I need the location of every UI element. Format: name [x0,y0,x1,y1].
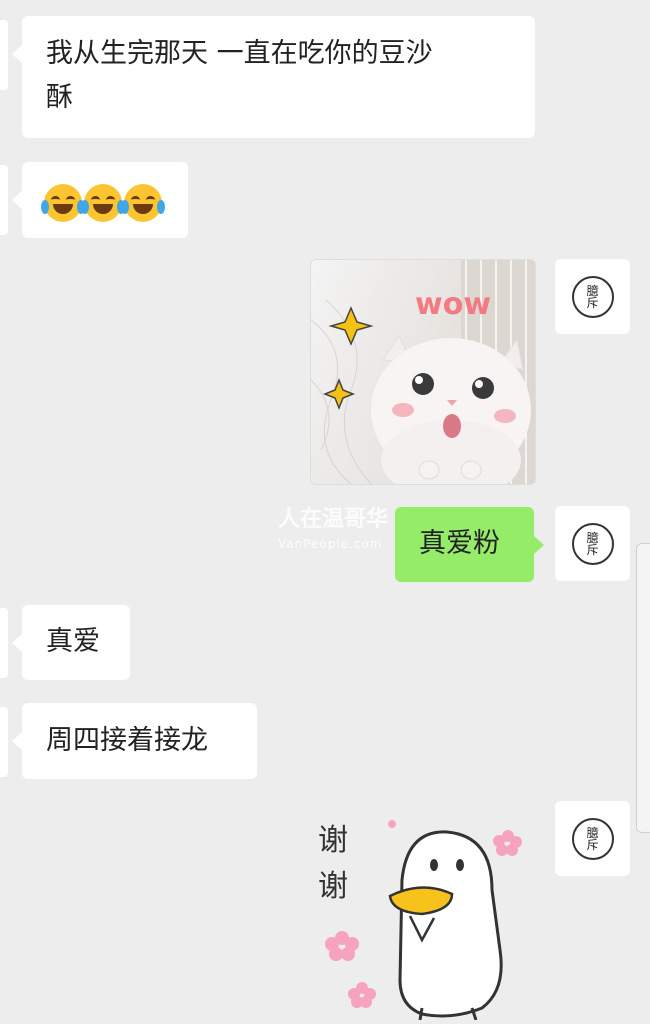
cat-illustration: wow [311,260,535,484]
laughing-tears-emoji-icon [121,183,165,222]
contact-avatar[interactable] [0,165,8,235]
vanpeople-watermark: 人在温哥华 VanPeople.com [248,508,388,556]
message-text: 我从生完那天 一直在吃你的豆沙 [46,38,433,69]
laughing-tears-emoji-icon [81,183,125,222]
sticker-text-2: 谢 [318,869,348,904]
my-avatar[interactable]: 臆斥 [555,801,630,876]
scroll-indicator[interactable] [636,543,650,833]
my-avatar[interactable]: 臆斥 [555,506,630,581]
contact-avatar[interactable] [0,608,8,678]
duck-illustration: 谢 谢 [318,820,522,1021]
message-text: 真爱 [46,626,100,657]
wow-text: wow [415,287,491,322]
message-text: 酥 [46,82,73,113]
duck-thank-you-sticker[interactable]: 谢 谢 [312,810,527,1021]
contact-avatar[interactable] [0,707,8,777]
bubble-tail [12,191,22,209]
my-avatar[interactable]: 臆斥 [555,259,630,334]
message-bubble[interactable]: 周四接着接龙 [22,703,257,779]
message-text: 真爱粉 [419,528,500,559]
message-bubble[interactable]: 真爱粉 [395,507,534,582]
message-bubble[interactable]: 我从生完那天 一直在吃你的豆沙 酥 [22,16,535,138]
watermark-subtitle: VanPeople.com [278,537,383,551]
bubble-tail [12,45,22,63]
bubble-tail [12,634,22,652]
message-bubble[interactable] [22,162,188,238]
seal-logo-icon: 臆斥 [571,817,614,860]
seal-logo-icon: 臆斥 [571,275,614,318]
message-text: 周四接着接龙 [46,725,208,756]
contact-avatar[interactable] [0,20,8,90]
bubble-tail [12,732,22,750]
message-bubble[interactable]: 真爱 [22,605,130,680]
seal-logo-icon: 臆斥 [571,522,614,565]
cat-photo-image[interactable]: wow [310,259,536,485]
sticker-text-1: 谢 [318,823,348,858]
watermark-title: 人在温哥华 [278,507,389,532]
bubble-tail [534,536,544,554]
laughing-tears-emoji-icon [41,183,85,222]
